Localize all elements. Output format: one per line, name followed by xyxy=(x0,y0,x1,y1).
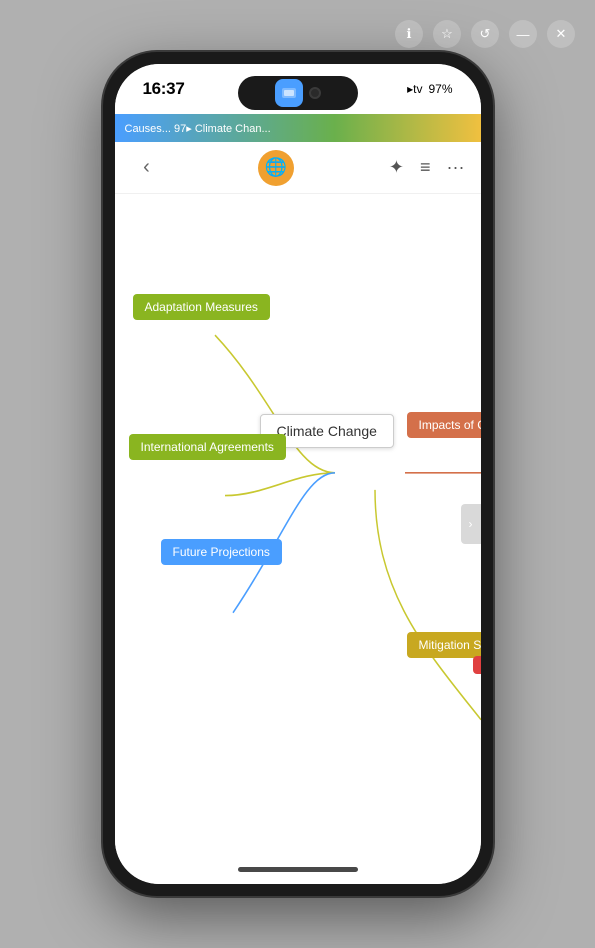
home-bar xyxy=(238,867,358,872)
node-impacts[interactable]: Impacts of Climate Chan xyxy=(407,412,481,438)
star-button[interactable]: ☆ xyxy=(433,20,461,48)
header-center: 🌐 xyxy=(163,150,389,186)
status-time: 16:37 xyxy=(143,79,185,99)
window-controls: ℹ ☆ ↺ — ✕ xyxy=(395,20,575,48)
node-climate-change-label: Climate Change xyxy=(277,423,377,439)
refresh-button[interactable]: ↺ xyxy=(471,20,499,48)
home-indicator xyxy=(115,854,481,884)
app-header: ‹ 🌐 ✦ ≡ ··· xyxy=(115,142,481,194)
mindmap-area[interactable]: Climate Change Adaptation Measures Inter… xyxy=(115,194,481,854)
list-icon[interactable]: ≡ xyxy=(420,157,431,178)
node-international-label: International Agreements xyxy=(141,440,274,454)
dynamic-island xyxy=(238,76,358,110)
status-bar: 16:37 ▸tv 97% xyxy=(115,64,481,114)
minimize-button[interactable]: — xyxy=(509,20,537,48)
node-future-label: Future Projections xyxy=(173,545,270,559)
more-icon[interactable]: ··· xyxy=(447,157,465,178)
camera-dot xyxy=(309,87,321,99)
close-button[interactable]: ✕ xyxy=(547,20,575,48)
notification-text: Causes... 97▸ Climate Chan... xyxy=(125,122,271,135)
chevron-right-icon: › xyxy=(469,517,473,531)
node-adaptation[interactable]: Adaptation Measures xyxy=(133,294,270,320)
globe-icon: 🌐 xyxy=(258,150,294,186)
node-mitigation-label: Mitigation Strategies xyxy=(419,638,481,652)
phone-screen: 16:37 ▸tv 97% Causes... 97▸ Climate Chan… xyxy=(115,64,481,884)
node-adaptation-label: Adaptation Measures xyxy=(145,300,258,314)
side-scroll-indicator[interactable]: › xyxy=(461,504,481,544)
phone-frame: 16:37 ▸tv 97% Causes... 97▸ Climate Chan… xyxy=(103,52,493,896)
node-future[interactable]: Future Projections xyxy=(161,539,282,565)
connections-svg xyxy=(115,194,481,854)
header-actions: ✦ ≡ ··· xyxy=(389,157,465,178)
red-dot-indicator xyxy=(473,656,481,674)
back-button[interactable]: ‹ xyxy=(131,152,163,184)
node-international[interactable]: International Agreements xyxy=(129,434,286,460)
status-right: ▸tv 97% xyxy=(407,82,452,96)
node-impacts-label: Impacts of Climate Chan xyxy=(419,418,481,432)
info-button[interactable]: ℹ xyxy=(395,20,423,48)
battery-label: 97% xyxy=(428,82,452,96)
tv-label: ▸tv xyxy=(407,82,422,96)
notification-bar[interactable]: Causes... 97▸ Climate Chan... xyxy=(115,114,481,142)
node-mitigation[interactable]: Mitigation Strategies xyxy=(407,632,481,658)
wand-icon[interactable]: ✦ xyxy=(389,157,404,178)
app-icon xyxy=(275,79,303,107)
